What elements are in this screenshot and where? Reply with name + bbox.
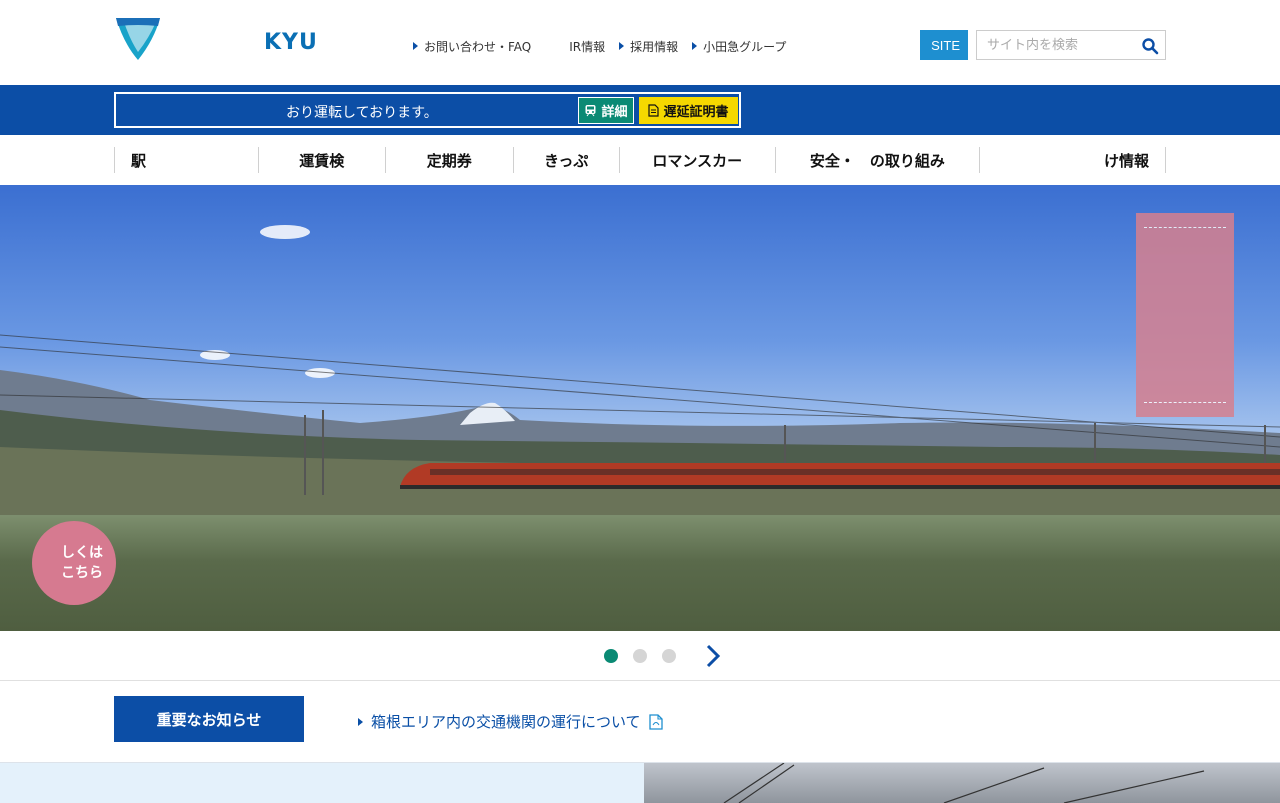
important-notice-button[interactable]: 重要なお知らせ <box>114 696 304 742</box>
logo-mark-icon <box>116 18 160 60</box>
utility-link-faq[interactable]: お問い合わせ・FAQ <box>413 38 531 55</box>
nav-item-commuter-pass[interactable]: 定期券 <box>386 147 514 173</box>
utility-link-label: 小田急グループ <box>703 39 787 54</box>
nav-item-safety[interactable]: 安全・ の取り組み <box>776 147 981 173</box>
global-nav: 駅 運賃検 定期券 きっぷ ロマンスカー 安全・ の取り組み け情報 <box>0 135 1280 185</box>
notice-link-text: 箱根エリア内の交通機関の運行について <box>371 713 641 731</box>
utility-nav: お問い合わせ・FAQ IR情報 採用情報 小田急グループ <box>413 37 786 55</box>
slider-dot-3[interactable] <box>662 649 676 663</box>
global-nav-list: 駅 運賃検 定期券 きっぷ ロマンスカー 安全・ の取り組み け情報 <box>114 147 1167 173</box>
notice-link[interactable]: 箱根エリア内の交通機関の運行について <box>358 711 663 732</box>
triangle-right-icon <box>358 717 363 726</box>
hero-banner[interactable] <box>0 185 1280 631</box>
utility-link-label: 採用情報 <box>630 39 679 54</box>
delay-certificate-button[interactable]: 遅延証明書 <box>639 97 738 124</box>
document-icon <box>648 104 660 117</box>
bottom-right-photo[interactable] <box>644 763 1280 803</box>
triangle-right-icon <box>619 42 625 50</box>
nav-item-station[interactable]: 駅 <box>115 147 259 173</box>
field <box>0 515 1280 631</box>
nav-item-info[interactable]: け情報 <box>980 147 1167 173</box>
utility-link-group[interactable]: 小田急グループ <box>692 38 786 55</box>
overhead-wires-image <box>723 763 1205 803</box>
operation-status-text: おり運転しております。 <box>286 105 438 121</box>
details-badge[interactable]: しくは こちら <box>32 521 116 605</box>
search-input[interactable] <box>977 31 1137 59</box>
utility-link-label: IR情報 <box>569 39 606 54</box>
important-notice: 重要なお知らせ 箱根エリア内の交通機関の運行について <box>0 681 1280 763</box>
triangle-right-icon <box>413 42 418 50</box>
nav-item-tickets[interactable]: きっぷ <box>514 147 620 173</box>
utility-link-recruit[interactable]: 採用情報 <box>619 38 678 55</box>
utility-link-ir[interactable]: IR情報 <box>569 38 605 55</box>
slider-dot-2[interactable] <box>633 649 647 663</box>
nav-item-fare[interactable]: 運賃検 <box>259 147 386 173</box>
delay-certificate-label: 遅延証明書 <box>663 105 729 120</box>
chevron-right-icon[interactable] <box>703 643 723 669</box>
status-detail-button[interactable]: 詳細 <box>578 97 634 124</box>
triangle-right-icon <box>692 42 698 50</box>
search-icon[interactable] <box>1141 37 1159 55</box>
side-ticket-banner[interactable] <box>1136 213 1234 417</box>
pdf-icon <box>648 713 663 730</box>
status-detail-label: 詳細 <box>601 105 628 120</box>
train-icon <box>585 105 596 117</box>
header: KYU お問い合わせ・FAQ IR情報 採用情報 小田急グループ SITE <box>0 0 1280 85</box>
operation-status-box: おり運転しております。 詳細 遅延証明書 <box>114 92 741 128</box>
nav-item-romancecar[interactable]: ロマンスカー <box>620 147 776 173</box>
slider-dot-1[interactable] <box>604 649 618 663</box>
romancecar-train <box>400 463 1280 489</box>
utility-link-label: お問い合わせ・FAQ <box>424 39 532 54</box>
global-site-button[interactable]: SITE <box>920 30 968 60</box>
odakyu-logo[interactable]: KYU <box>114 14 324 62</box>
operation-status-bar: おり運転しております。 詳細 遅延証明書 <box>0 85 1280 135</box>
bottom-left-panel <box>0 763 644 803</box>
search-box <box>976 30 1166 60</box>
logo-text: KYU <box>264 30 318 55</box>
slider-controls <box>0 631 1280 681</box>
